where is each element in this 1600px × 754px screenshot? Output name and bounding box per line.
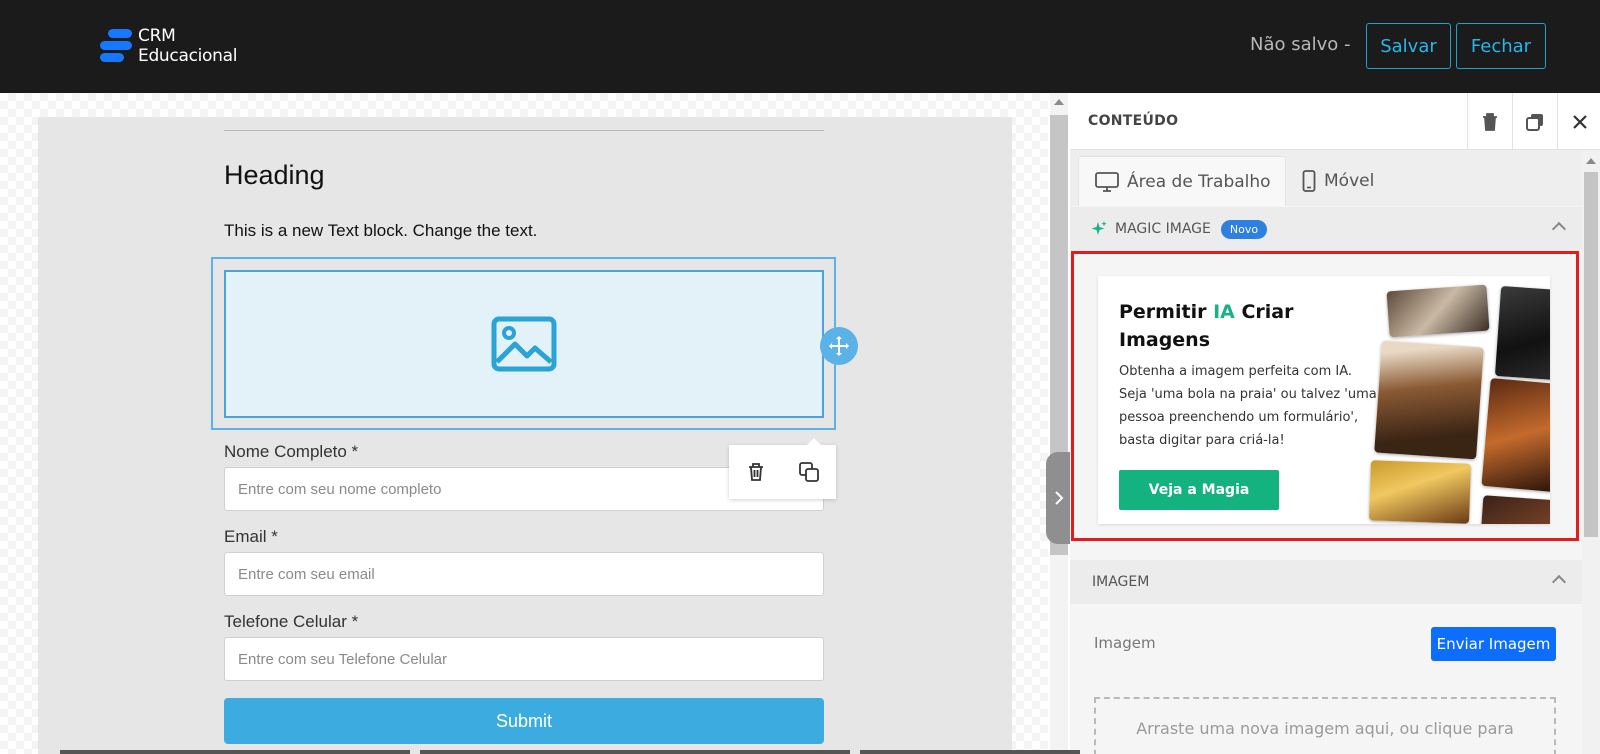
block-duplicate-button[interactable]	[794, 457, 824, 487]
field-label-nome: Nome Completo *	[224, 442, 359, 461]
bottom-strip	[860, 750, 1080, 754]
tab-mobile-label: Móvel	[1324, 171, 1375, 191]
block-delete-button[interactable]	[741, 457, 771, 487]
block-toolbar	[729, 438, 836, 499]
magic-image-card: Permitir IA Criar Imagens Obtenha a imag…	[1098, 276, 1550, 524]
sample-photo	[1481, 378, 1550, 492]
bottom-strip	[60, 750, 410, 754]
divider-block[interactable]	[224, 130, 824, 131]
editor-canvas: Heading This is a new Text block. Change…	[0, 93, 1048, 754]
scroll-up-arrow-icon[interactable]	[1586, 158, 1596, 164]
properties-panel: CONTEÚDO Área de Trabalho Móvel MAGIC IM…	[1070, 93, 1600, 754]
save-button[interactable]: Salvar	[1366, 23, 1451, 69]
panel-scrollbar[interactable]	[1582, 150, 1600, 754]
panel-scroll-thumb[interactable]	[1584, 172, 1598, 537]
submit-button[interactable]: Submit	[224, 698, 824, 744]
see-magic-button[interactable]: Veja a Magia	[1119, 470, 1279, 510]
card-title-part: Permitir	[1119, 301, 1214, 323]
logo-mark-icon	[98, 27, 134, 65]
close-button[interactable]: Fechar	[1456, 23, 1546, 69]
telefone-input[interactable]	[224, 637, 824, 681]
scroll-up-arrow-icon[interactable]	[1054, 99, 1064, 105]
form-page: Heading This is a new Text block. Change…	[38, 117, 1012, 754]
image-label: Imagem	[1094, 634, 1156, 652]
upload-image-button[interactable]: Enviar Imagem	[1431, 627, 1556, 661]
top-bar: CRM Educacional Não salvo - Salvar Fecha…	[0, 0, 1600, 93]
logo-line-1: CRM	[138, 26, 176, 46]
canvas-scrollbar[interactable]	[1050, 93, 1068, 754]
tab-mobile[interactable]: Móvel	[1298, 156, 1374, 206]
sample-photo	[1368, 460, 1472, 524]
magic-image-section-header[interactable]: MAGIC IMAGE Novo	[1070, 207, 1582, 251]
tab-desktop-label: Área de Trabalho	[1127, 171, 1271, 192]
device-tabs: Área de Trabalho Móvel	[1070, 150, 1582, 206]
tab-desktop[interactable]: Área de Trabalho	[1078, 156, 1286, 206]
mobile-icon	[1302, 170, 1316, 192]
sample-photo	[1374, 340, 1484, 460]
duplicate-icon	[1526, 113, 1543, 131]
magic-image-title: MAGIC IMAGE	[1115, 221, 1211, 237]
logo: CRM Educacional	[98, 26, 237, 66]
dropzone-text: Arraste uma nova imagem aqui, ou clique …	[1136, 719, 1514, 738]
heading-block[interactable]: Heading	[224, 160, 325, 191]
desktop-icon	[1095, 171, 1119, 192]
bottom-strip	[420, 750, 850, 754]
new-badge: Novo	[1220, 219, 1268, 239]
sample-photo	[1480, 495, 1550, 524]
move-handle[interactable]	[820, 327, 858, 365]
image-section-header[interactable]: IMAGEM	[1070, 560, 1582, 604]
trash-icon	[1483, 112, 1497, 131]
panel-delete-button[interactable]	[1467, 93, 1512, 150]
logo-line-2: Educacional	[138, 46, 238, 66]
sample-photo	[1386, 284, 1490, 338]
magic-card-description: Obtenha a imagem perfeita com IA. Seja '…	[1119, 364, 1377, 448]
field-label-telefone: Telefone Celular *	[224, 612, 359, 631]
image-icon	[491, 316, 557, 372]
image-block[interactable]	[224, 270, 824, 418]
chevron-up-icon[interactable]	[1551, 221, 1567, 237]
panel-duplicate-button[interactable]	[1512, 93, 1557, 150]
text-block[interactable]: This is a new Text block. Change the tex…	[224, 221, 537, 241]
image-dropzone[interactable]: Arraste uma nova imagem aqui, ou clique …	[1094, 697, 1556, 754]
trash-icon	[748, 463, 763, 481]
save-status: Não salvo -	[1250, 34, 1351, 55]
panel-close-button[interactable]	[1557, 93, 1600, 150]
panel-title: CONTEÚDO	[1088, 113, 1179, 129]
image-section-title: IMAGEM	[1092, 574, 1150, 590]
chevron-right-icon	[1055, 491, 1064, 505]
email-input[interactable]	[224, 552, 824, 596]
sparkle-icon	[1091, 221, 1107, 235]
panel-collapse-tab[interactable]	[1046, 452, 1072, 544]
logo-text: CRM Educacional	[138, 26, 237, 66]
magic-card-title: Permitir IA Criar Imagens	[1119, 298, 1359, 354]
panel-header: CONTEÚDO	[1070, 93, 1600, 150]
sample-photo	[1494, 286, 1550, 380]
duplicate-icon	[799, 462, 820, 482]
close-icon	[1573, 114, 1587, 129]
magic-image-highlight: Permitir IA Criar Imagens Obtenha a imag…	[1071, 251, 1579, 541]
field-label-email: Email *	[224, 527, 278, 546]
card-title-highlight: IA	[1213, 301, 1235, 323]
chevron-up-icon[interactable]	[1551, 574, 1567, 590]
move-icon	[829, 336, 849, 356]
